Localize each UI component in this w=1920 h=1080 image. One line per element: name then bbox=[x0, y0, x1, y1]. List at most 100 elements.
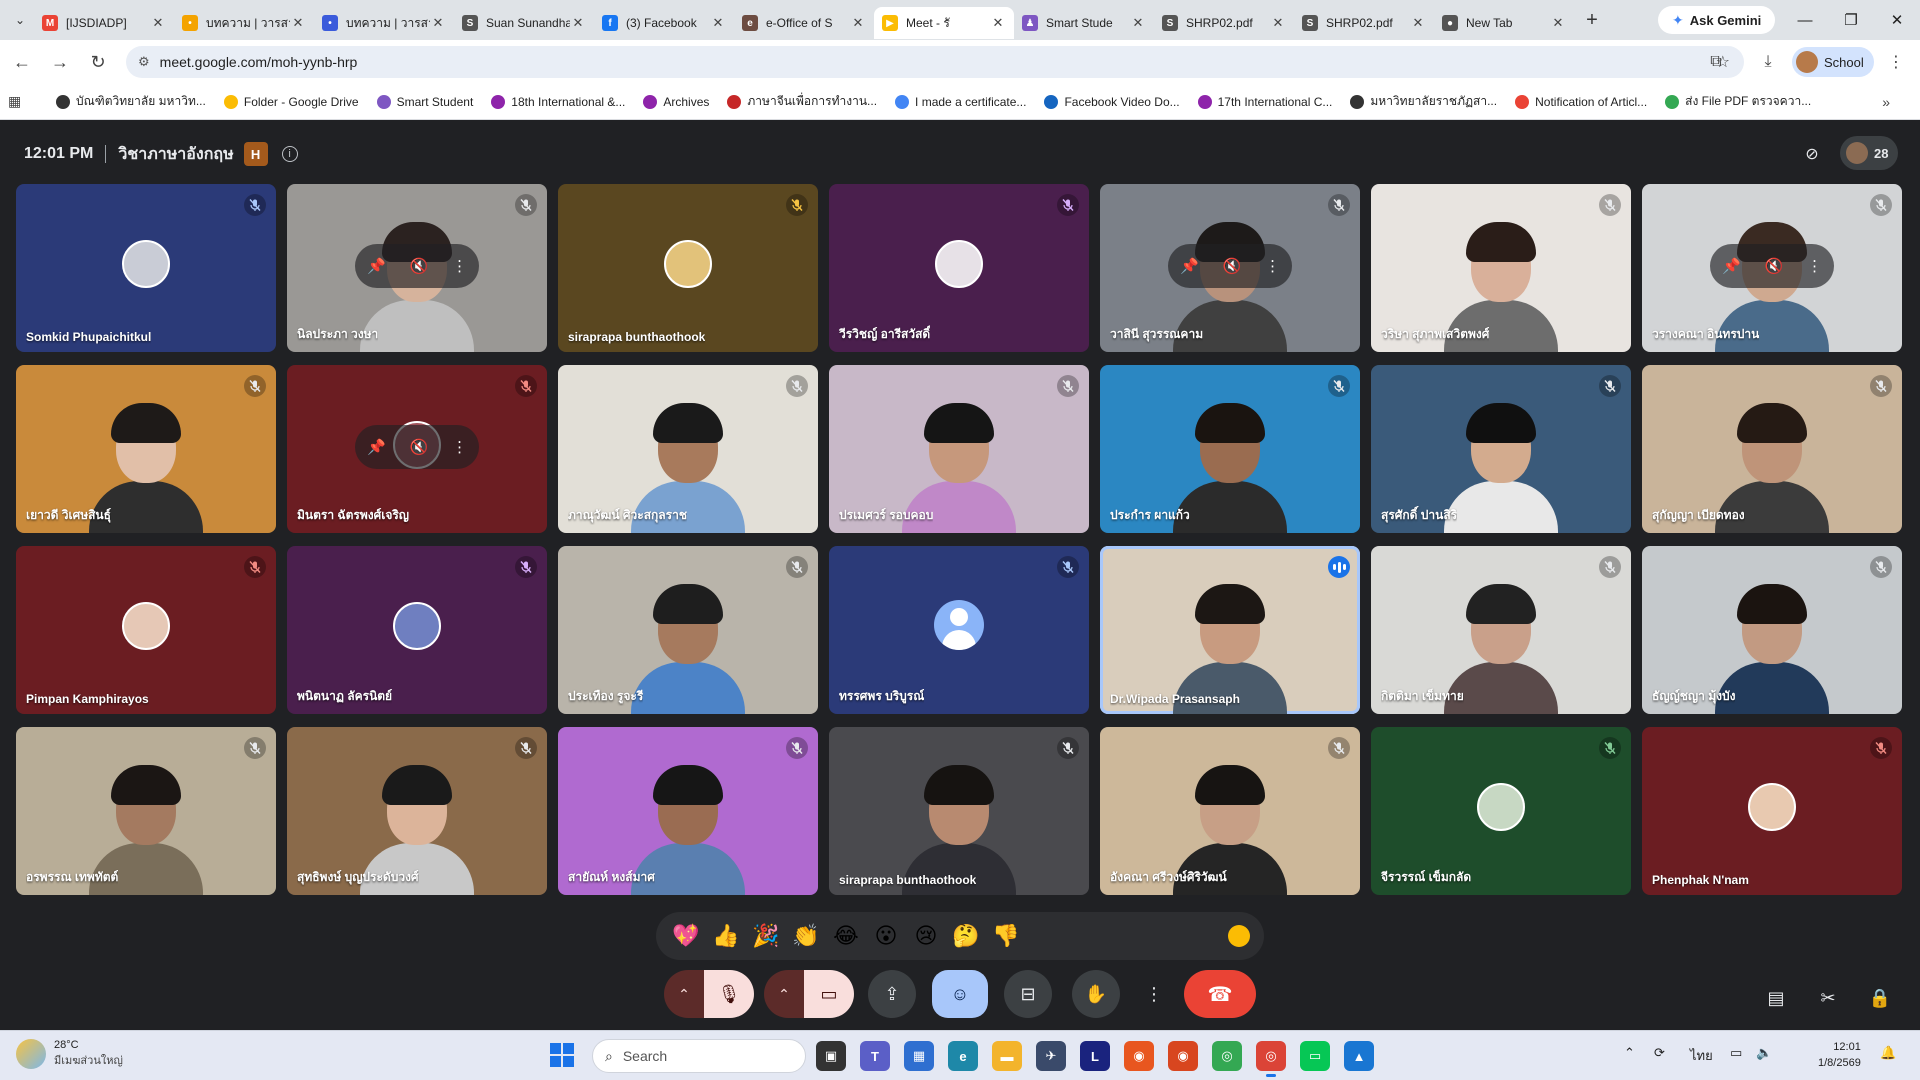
tray-chevron-icon[interactable]: ⌃ bbox=[1624, 1045, 1635, 1061]
reaction-emoji[interactable]: 💖 bbox=[666, 916, 706, 956]
participant-tile[interactable]: ปรเมศวร์ รอบคอบ bbox=[829, 365, 1089, 533]
bookmarks-overflow-icon[interactable]: » bbox=[1882, 94, 1890, 110]
participant-tile[interactable]: สุทธิพงษ์ บุญประดับวงศ์ bbox=[287, 727, 547, 895]
raise-hand-icon[interactable]: ✋ bbox=[1072, 970, 1120, 1018]
pin-icon[interactable]: 📌 bbox=[367, 438, 386, 456]
captions-icon[interactable]: ⊟ bbox=[1004, 970, 1052, 1018]
audio-options-button[interactable]: ⌃ bbox=[664, 970, 704, 1018]
system-clock[interactable]: 12:01 1/8/2569 bbox=[1818, 1039, 1861, 1071]
participant-tile[interactable]: Pimpan Kamphirayos bbox=[16, 546, 276, 714]
tile-more-icon[interactable]: ⋮ bbox=[452, 257, 467, 275]
tab-close-icon[interactable]: ✕ bbox=[290, 15, 306, 31]
browser-tab[interactable]: S SHRP02.pdf ✕ bbox=[1294, 7, 1434, 39]
participant-tile[interactable]: ประเทือง รูจะรี bbox=[558, 546, 818, 714]
browser-tab[interactable]: M [IJSDIADP] ✕ bbox=[34, 7, 174, 39]
reaction-emoji[interactable]: 😢 bbox=[906, 916, 946, 956]
participant-tile[interactable]: ภาณุวัฒน์ ศิวะสกุลราช bbox=[558, 365, 818, 533]
browser-tab[interactable]: f (3) Facebook ✕ bbox=[594, 7, 734, 39]
more-options-icon[interactable]: ⋮ bbox=[1140, 970, 1168, 1018]
tab-close-icon[interactable]: ✕ bbox=[1270, 15, 1286, 31]
reaction-emoji[interactable]: 👎 bbox=[986, 916, 1026, 956]
participant-tile[interactable]: Dr.Wipada Prasansaph bbox=[1100, 546, 1360, 714]
participant-tile[interactable]: siraprapa bunthaothook bbox=[829, 727, 1089, 895]
participant-tile[interactable]: กิตติมา เข็มทาย bbox=[1371, 546, 1631, 714]
photos-icon[interactable]: ▲ bbox=[1344, 1041, 1374, 1071]
participant-tile[interactable]: เยาวดี วิเศษสินธุ์ bbox=[16, 365, 276, 533]
browser-tab[interactable]: S SHRP02.pdf ✕ bbox=[1154, 7, 1294, 39]
participant-tile[interactable]: วริษา สุภาพเสวิตพงศ์ bbox=[1371, 184, 1631, 352]
pin-icon[interactable]: 📌 bbox=[367, 257, 386, 275]
firefox-alt-icon[interactable]: ◉ bbox=[1168, 1041, 1198, 1071]
mute-participant-icon[interactable]: 🔇 bbox=[410, 438, 429, 456]
mute-participant-icon[interactable]: 🔇 bbox=[1223, 257, 1242, 275]
reaction-emoji[interactable]: 👍 bbox=[706, 916, 746, 956]
profile-chip[interactable]: School bbox=[1792, 47, 1874, 77]
store-icon[interactable]: ▦ bbox=[904, 1041, 934, 1071]
weather-widget[interactable]: 28°C มีเมฆส่วนใหญ่ bbox=[16, 1039, 123, 1069]
browser-tab[interactable]: e e-Office of S ✕ bbox=[734, 7, 874, 39]
participant-tile[interactable]: สุกัญญา เบียดทอง bbox=[1642, 365, 1902, 533]
tab-close-icon[interactable]: ✕ bbox=[1410, 15, 1426, 31]
edge-icon[interactable]: e bbox=[948, 1041, 978, 1071]
chat-icon[interactable]: ▤ bbox=[1758, 980, 1794, 1016]
line-icon[interactable]: ▭ bbox=[1300, 1041, 1330, 1071]
bookmark-item[interactable]: ส่ง File PDF ตรวจควา... bbox=[1665, 92, 1811, 111]
participant-tile[interactable]: Phenphak N'nam bbox=[1642, 727, 1902, 895]
participant-tile[interactable]: วีรวิชญ์ อารีสวัสดิ์ bbox=[829, 184, 1089, 352]
participant-tile[interactable]: ประกำร ผาแก้ว bbox=[1100, 365, 1360, 533]
download-icon[interactable]: ⤓ bbox=[1752, 46, 1784, 78]
participant-tile[interactable]: 📌 🔇 ⋮ นิลประภา วงษา bbox=[287, 184, 547, 352]
participant-tile[interactable]: ธัญญ์ชญา มุ้งบัง bbox=[1642, 546, 1902, 714]
participants-button[interactable]: 28 bbox=[1840, 136, 1899, 170]
participant-tile[interactable]: 📌 🔇 ⋮ มินตรา ฉัตรพงศ์เจริญ bbox=[287, 365, 547, 533]
browser-tab[interactable]: • บทความ | วารสาร✕ bbox=[314, 7, 454, 39]
leave-call-icon[interactable]: ☎ bbox=[1184, 970, 1256, 1018]
browser-tab[interactable]: ● New Tab ✕ bbox=[1434, 7, 1574, 39]
window-close-icon[interactable]: ✕ bbox=[1874, 0, 1920, 40]
windows-start-icon[interactable] bbox=[550, 1043, 574, 1067]
tile-more-icon[interactable]: ⋮ bbox=[1265, 257, 1280, 275]
participant-tile[interactable]: 📌 🔇 ⋮ วรางคณา อินทรปาน bbox=[1642, 184, 1902, 352]
extensions-icon[interactable]: ⧉ bbox=[1700, 46, 1732, 78]
participant-tile[interactable]: พนิตนาฏ ลัครนิตย์ bbox=[287, 546, 547, 714]
tab-close-icon[interactable]: ✕ bbox=[570, 15, 586, 31]
participant-tile[interactable]: สายัณห์ หงส์มาศ bbox=[558, 727, 818, 895]
tile-more-icon[interactable]: ⋮ bbox=[452, 438, 467, 456]
browser-tab[interactable]: ♟ Smart Stude ✕ bbox=[1014, 7, 1154, 39]
captions-off-icon[interactable]: ⊘ bbox=[1796, 138, 1828, 170]
mic-off-icon[interactable]: 🎙 bbox=[704, 970, 754, 1018]
bookmark-item[interactable]: 18th International &... bbox=[491, 94, 625, 109]
bookmark-item[interactable]: Notification of Articl... bbox=[1515, 94, 1647, 109]
bookmark-item[interactable]: Folder - Google Drive bbox=[223, 94, 359, 109]
apps-grid-icon[interactable]: ▦ bbox=[8, 93, 36, 110]
new-tab-button[interactable]: + bbox=[1578, 6, 1606, 34]
bookmark-item[interactable]: I made a certificate... bbox=[895, 94, 1026, 109]
chrome-icon[interactable]: ◎ bbox=[1212, 1041, 1242, 1071]
participant-tile[interactable]: อรพรรณ เทพทัตต์ bbox=[16, 727, 276, 895]
bookmark-item[interactable]: 17th International C... bbox=[1197, 94, 1332, 109]
app-icon[interactable]: ✈ bbox=[1036, 1041, 1066, 1071]
teams-icon[interactable]: T bbox=[860, 1041, 890, 1071]
mute-participant-icon[interactable]: 🔇 bbox=[1765, 257, 1784, 275]
video-options-button[interactable]: ⌃ bbox=[764, 970, 804, 1018]
browser-tab[interactable]: • บทความ | วารสาร✕ bbox=[174, 7, 314, 39]
browser-menu-icon[interactable]: ⋮ bbox=[1880, 46, 1912, 78]
participant-tile[interactable]: อังคณา ศรีวงษ์ศิริวัฒน์ bbox=[1100, 727, 1360, 895]
skin-tone-selector[interactable] bbox=[1228, 925, 1250, 947]
tab-close-icon[interactable]: ✕ bbox=[850, 15, 866, 31]
input-language[interactable]: ไทย bbox=[1690, 1045, 1713, 1066]
participant-tile[interactable]: ทรรศพร บริบูรณ์ bbox=[829, 546, 1089, 714]
bookmark-item[interactable]: ภาษาจีนเพื่อการทำงาน... bbox=[727, 92, 877, 111]
tile-more-icon[interactable]: ⋮ bbox=[1807, 257, 1822, 275]
tab-close-icon[interactable]: ✕ bbox=[1130, 15, 1146, 31]
reaction-emoji[interactable]: 👏 bbox=[786, 916, 826, 956]
notification-icon[interactable]: 🔔 bbox=[1880, 1045, 1896, 1061]
tab-close-icon[interactable]: ✕ bbox=[990, 15, 1006, 31]
address-bar[interactable]: ⚙ meet.google.com/moh-yynb-hrp ☆ bbox=[126, 46, 1744, 78]
bookmark-item[interactable]: มหาวิทยาลัยราชภัฏสา... bbox=[1350, 92, 1497, 111]
bookmark-item[interactable]: บัณฑิตวิทยาลัย มหาวิท... bbox=[56, 92, 206, 111]
reaction-emoji[interactable]: 😂 bbox=[826, 916, 866, 956]
volume-icon[interactable]: 🔈 bbox=[1756, 1045, 1772, 1061]
present-screen-icon[interactable]: ⇪ bbox=[868, 970, 916, 1018]
participant-tile[interactable]: สุรศักดิ์ ปานสิริ bbox=[1371, 365, 1631, 533]
